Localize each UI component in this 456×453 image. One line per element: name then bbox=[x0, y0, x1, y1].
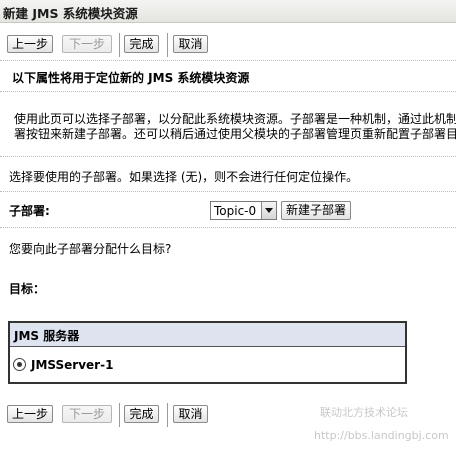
jmsserver-radio-button[interactable] bbox=[13, 358, 26, 371]
targets-table: JMS 服务器 JMSServer-1 bbox=[8, 321, 407, 384]
watermark: 联动北方技术论坛 http://bbs.landingbj.com bbox=[314, 404, 449, 442]
button-separator bbox=[167, 403, 168, 427]
column-header-jms-server: JMS 服务器 bbox=[14, 329, 80, 343]
divider bbox=[0, 60, 456, 61]
divider bbox=[0, 227, 456, 228]
section-heading: 以下属性将用于定位新的 JMS 系统模块资源 bbox=[12, 71, 250, 85]
cancel-button[interactable]: 取消 bbox=[173, 405, 208, 423]
button-separator bbox=[119, 33, 120, 57]
targets-label: 目标： bbox=[9, 282, 46, 296]
button-separator bbox=[167, 33, 168, 57]
subdeployment-select[interactable]: Topic-0 bbox=[210, 201, 277, 220]
subdeployment-label: 子部署: bbox=[9, 204, 50, 218]
description-line-2: 署按钮来新建子部署。还可以稍后通过使用父模块的子部署管理页重新配置子部署目 bbox=[14, 127, 456, 141]
cancel-button[interactable]: 取消 bbox=[173, 35, 208, 53]
finish-button[interactable]: 完成 bbox=[124, 35, 159, 53]
next-button[interactable]: 下一步 bbox=[62, 405, 112, 423]
divider bbox=[0, 156, 456, 157]
next-button[interactable]: 下一步 bbox=[62, 35, 112, 53]
window-titlebar: 新建 JMS 系统模块资源 bbox=[0, 0, 456, 23]
new-subdeployment-button[interactable]: 新建子部署 bbox=[281, 201, 351, 220]
divider bbox=[0, 91, 456, 92]
window-title: 新建 JMS 系统模块资源 bbox=[3, 6, 138, 21]
target-question: 您要向此子部署分配什么目标? bbox=[9, 242, 172, 256]
watermark-line-2: http://bbs.landingbj.com bbox=[314, 429, 449, 442]
chevron-down-icon[interactable] bbox=[261, 202, 276, 219]
button-separator bbox=[119, 403, 120, 427]
divider bbox=[0, 191, 456, 192]
watermark-line-1: 联动北方技术论坛 bbox=[320, 406, 408, 419]
select-prompt: 选择要使用的子部署。如果选择 (无)，则不会进行任何定位操作。 bbox=[9, 170, 359, 184]
finish-button[interactable]: 完成 bbox=[124, 405, 159, 423]
back-button[interactable]: 上一步 bbox=[7, 405, 53, 423]
table-header: JMS 服务器 bbox=[10, 323, 405, 347]
table-row-label: JMSServer-1 bbox=[31, 358, 114, 372]
back-button[interactable]: 上一步 bbox=[7, 35, 53, 53]
subdeployment-selected-value: Topic-0 bbox=[214, 204, 257, 218]
